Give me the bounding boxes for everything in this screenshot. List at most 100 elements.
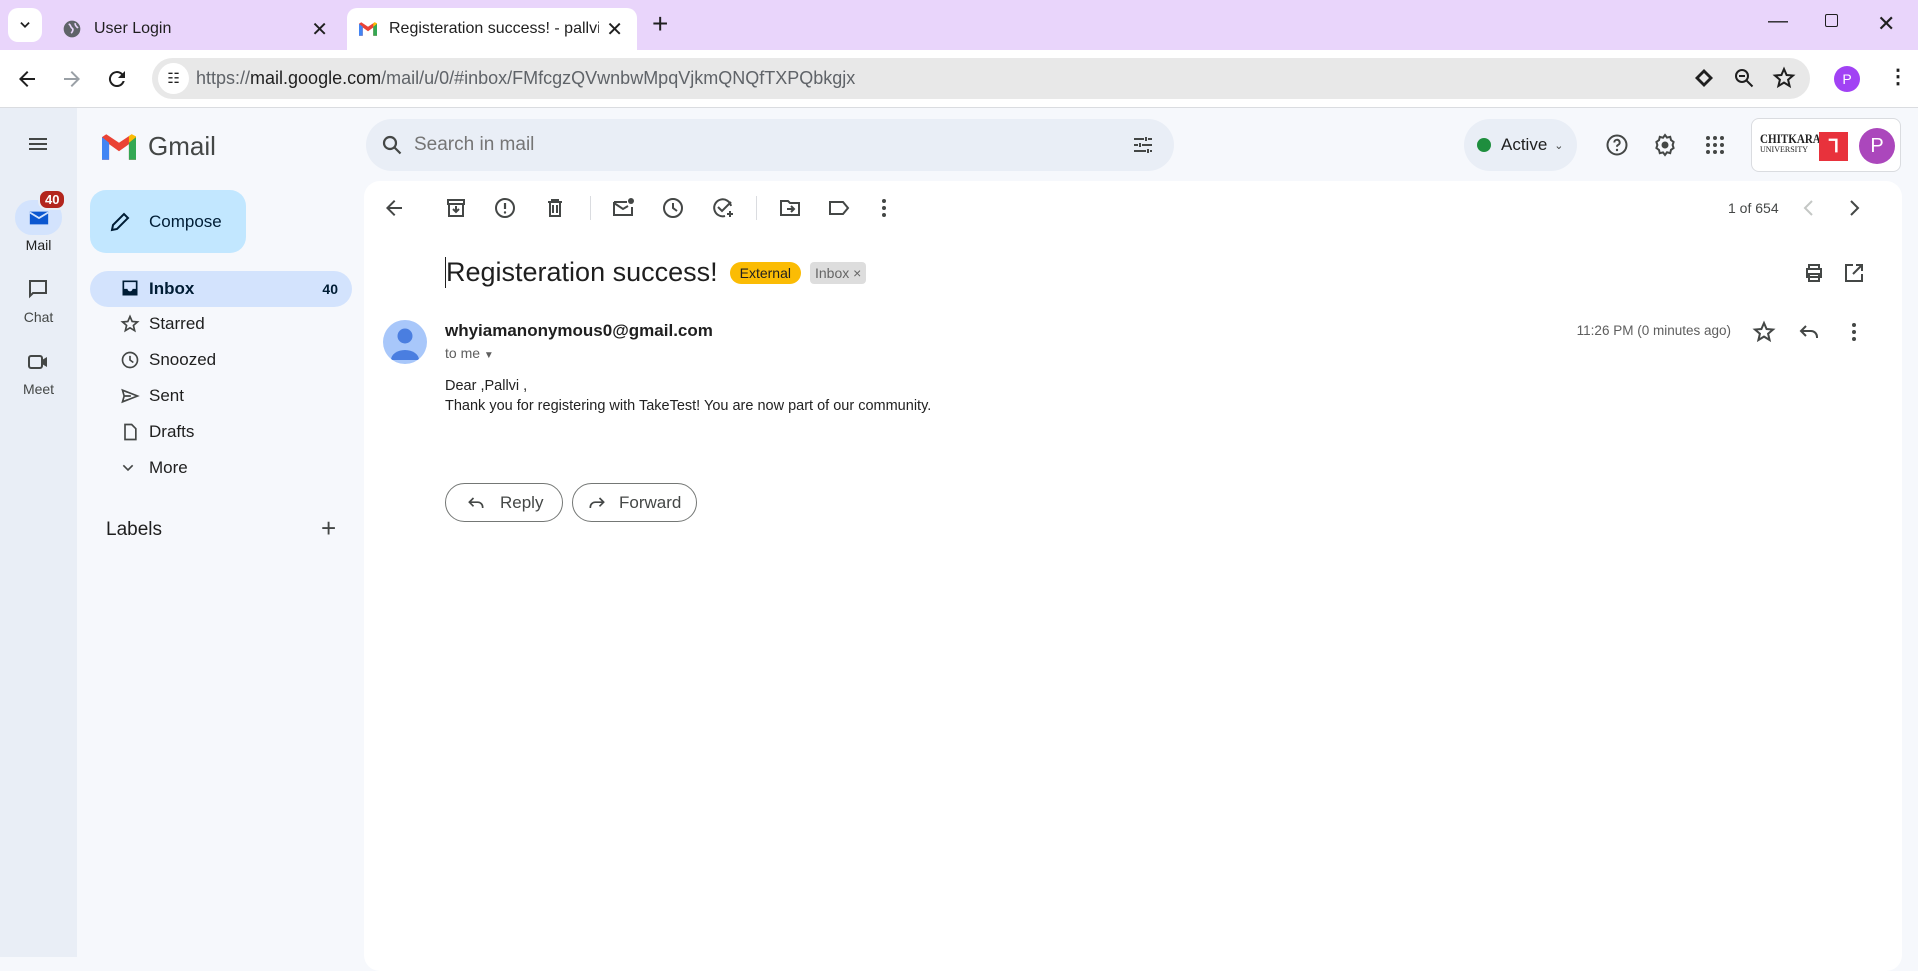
report-spam-button[interactable] [485,188,525,228]
send-icon [121,388,140,404]
reload-button[interactable] [97,59,137,99]
chevron-down-icon: ⌄ [1554,139,1564,152]
forward-icon [589,496,605,508]
account-avatar[interactable]: P [1859,128,1895,164]
status-label: Active [1501,135,1548,154]
rail-chat-label[interactable]: Chat [0,309,77,325]
chat-icon[interactable] [18,269,58,309]
search-bar[interactable] [366,119,1174,171]
open-in-new-window-button[interactable] [1834,253,1874,293]
email-time: 11:26 PM (0 minutes ago) [1576,323,1731,338]
site-info-icon[interactable]: ☷ [158,63,189,94]
add-label-button[interactable]: + [321,513,336,544]
gmail-logo[interactable]: Gmail [102,131,216,162]
search-icon[interactable] [372,125,412,165]
tab-user-login[interactable]: User Login ✕ [50,8,342,50]
app-rail: 40 Mail Chat Meet [0,108,77,957]
globe-icon [63,20,81,38]
sender-avatar [383,320,427,364]
meet-icon[interactable] [18,342,58,382]
nav-sent[interactable]: Sent [90,378,352,414]
remove-label-icon[interactable]: × [853,265,861,281]
back-to-inbox-button[interactable] [374,188,414,228]
label-button[interactable] [819,188,859,228]
main-menu-button[interactable] [18,124,58,164]
nav-snoozed[interactable]: Snoozed [90,342,352,378]
chevron-down-icon [20,22,30,28]
rail-meet-label[interactable]: Meet [0,381,77,397]
more-actions-button[interactable] [864,188,904,228]
reply-icon [468,496,484,508]
browser-profile-avatar[interactable]: P [1834,66,1860,92]
nav-starred[interactable]: Starred [90,306,352,342]
back-button[interactable] [7,59,47,99]
apps-icon[interactable] [1695,125,1735,165]
address-bar[interactable]: ☷ https://mail.google.com/mail/u/0/#inbo… [152,58,1810,99]
inbox-icon [122,280,138,296]
clock-icon [121,351,139,369]
email-subject: Registeration success! [445,257,718,288]
close-tab-icon[interactable]: ✕ [311,17,328,42]
mark-unread-button[interactable] [603,188,643,228]
url-text: https://mail.google.com/mail/u/0/#inbox/… [196,68,856,88]
forward-button[interactable] [52,59,92,99]
add-to-tasks-button[interactable] [703,188,743,228]
compose-label: Compose [149,211,222,231]
rail-mail[interactable]: 40 [15,189,67,235]
browser-toolbar: ☷ https://mail.google.com/mail/u/0/#inbo… [0,50,1918,108]
snooze-button[interactable] [653,188,693,228]
rail-mail-label: Mail [25,237,52,253]
subject-row: Registeration success! External Inbox × [445,257,867,288]
newer-button[interactable] [1789,188,1829,228]
settings-icon[interactable] [1645,125,1685,165]
nav-more[interactable]: More [90,450,352,486]
older-button[interactable] [1834,188,1874,228]
search-input[interactable] [414,134,1054,156]
external-tag: External [729,261,801,284]
translate-icon[interactable] [1684,58,1724,98]
tab-title: Registeration success! - pallvi48 [389,20,599,37]
browser-tab-strip: User Login ✕ Registeration success! - pa… [0,0,1918,50]
org-logo-mark: ᒣ [1819,132,1848,161]
person-icon [391,328,419,360]
email-body: Dear ,Pallvi , Thank you for registering… [445,378,932,414]
sender-email[interactable]: whyiamanonymous0@gmail.com [445,321,713,341]
message-pane: 1 of 654 Registeration success! External… [364,181,1902,971]
reply-icon-button[interactable] [1789,312,1829,352]
close-window-button[interactable]: ✕ [1877,11,1895,37]
new-tab-button[interactable]: + [652,8,668,40]
tab-search-button[interactable] [8,8,42,42]
pencil-icon [110,212,130,231]
minimize-button[interactable]: — [1768,10,1788,33]
message-more-button[interactable] [1834,312,1874,352]
inbox-tag: Inbox × [809,261,867,284]
nav-drafts[interactable]: Drafts [90,414,352,450]
status-selector[interactable]: Active ⌄ [1464,119,1577,171]
toolbar-divider [590,196,591,220]
recipient-details[interactable]: to me ▼ [445,345,494,361]
close-tab-icon[interactable]: ✕ [606,17,623,42]
zoom-icon[interactable] [1724,58,1764,98]
star-button[interactable] [1744,312,1784,352]
toolbar-divider [756,196,757,220]
status-dot [1477,138,1491,152]
bookmark-star-icon[interactable] [1764,58,1804,98]
chevron-down-icon [122,464,134,472]
delete-button[interactable] [535,188,575,228]
star-icon [120,314,140,333]
move-to-button[interactable] [770,188,810,228]
archive-button[interactable] [436,188,476,228]
search-options-icon[interactable] [1123,125,1163,165]
gmail-logo-icon [102,133,136,160]
forward-button[interactable]: Forward [572,483,697,522]
print-button[interactable] [1794,253,1834,293]
account-box[interactable]: CHITKARA UNIVERSITY ᒣ P [1751,118,1901,172]
help-icon[interactable] [1597,125,1637,165]
mail-badge: 40 [38,189,67,210]
nav-inbox[interactable]: Inbox 40 [90,271,352,307]
compose-button[interactable]: Compose [90,190,246,253]
reply-button[interactable]: Reply [445,483,563,522]
restore-button[interactable] [1825,14,1838,27]
browser-menu-icon[interactable]: ⋮ [1888,64,1908,89]
tab-gmail-message[interactable]: Registeration success! - pallvi48 ✕ [347,8,637,50]
